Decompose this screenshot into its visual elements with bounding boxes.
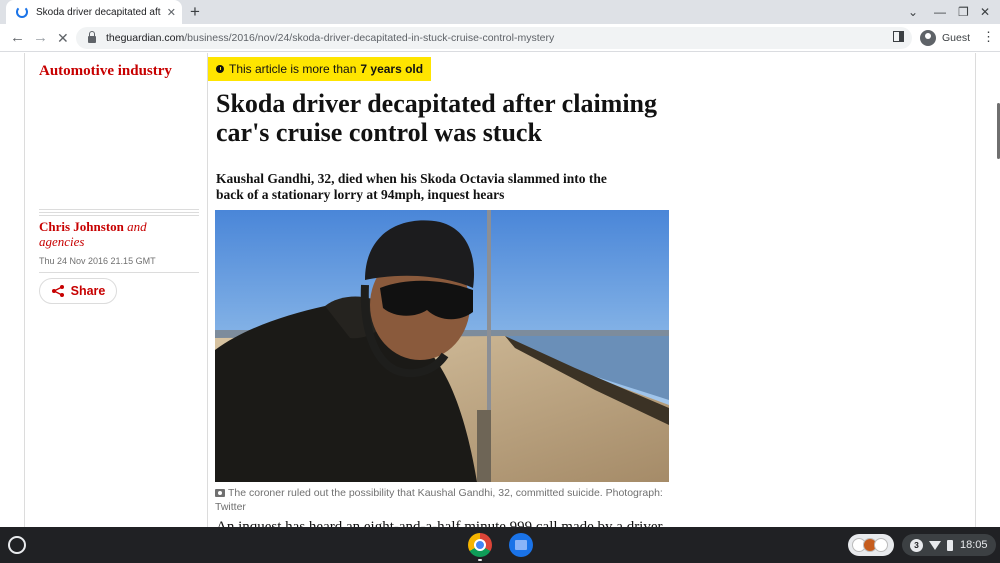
author-link[interactable]: Chris Johnston	[39, 219, 124, 234]
tab-strip: Skoda driver decapitated after claiming …	[0, 0, 1000, 24]
status-area[interactable]: 3 18:05	[902, 534, 996, 556]
publish-date: Thu 24 Nov 2016 21.15 GMT	[39, 256, 156, 266]
tab-active[interactable]: Skoda driver decapitated after claiming …	[6, 0, 182, 24]
stop-loading-icon[interactable]: ✕	[57, 28, 69, 48]
article-photo	[215, 210, 669, 482]
holding-thumbnail	[874, 538, 888, 552]
lock-icon[interactable]	[88, 31, 96, 43]
age-value: 7 years old	[360, 62, 424, 76]
wifi-icon	[929, 540, 941, 550]
address-bar[interactable]: theguardian.com/business/2016/nov/24/sko…	[76, 27, 912, 49]
tote-holding-space[interactable]	[848, 534, 894, 556]
article-headline: Skoda driver decapitated after claiming …	[216, 89, 658, 147]
guest-avatar-icon	[920, 30, 936, 46]
share-icon	[51, 285, 64, 297]
divider	[39, 209, 199, 210]
restore-icon[interactable]: ❐	[958, 3, 969, 21]
divider	[39, 272, 199, 273]
url-text[interactable]: theguardian.com/business/2016/nov/24/sko…	[106, 32, 554, 44]
byline: Chris Johnston and agencies	[39, 219, 204, 249]
clock-icon	[216, 65, 224, 73]
back-icon[interactable]: ←	[10, 28, 25, 48]
running-indicator	[478, 559, 482, 561]
tab-title: Skoda driver decapitated after claiming …	[36, 6, 161, 18]
forward-icon[interactable]: →	[33, 28, 48, 48]
section-link[interactable]: Automotive industry	[39, 63, 172, 80]
url-domain: theguardian.com	[106, 32, 185, 44]
age-prefix: This article is more than	[229, 62, 357, 76]
share-label: Share	[70, 284, 106, 298]
profile-button[interactable]: Guest	[912, 27, 978, 49]
close-tab-icon[interactable]: ✕	[167, 6, 176, 19]
column-divider	[207, 53, 208, 527]
os-shelf: 3 18:05	[0, 527, 1000, 563]
column-divider	[975, 53, 976, 527]
close-window-icon[interactable]: ✕	[980, 3, 990, 21]
share-button[interactable]: Share	[39, 278, 117, 304]
files-icon[interactable]	[509, 533, 533, 557]
beach-portrait-image	[215, 210, 669, 482]
chevron-down-icon[interactable]: ⌄	[908, 3, 918, 21]
article-page: Automotive industry This article is more…	[0, 53, 1000, 527]
photo-caption: The coroner ruled out the possibility th…	[215, 486, 665, 514]
profile-label: Guest	[942, 32, 971, 44]
url-path: /business/2016/nov/24/skoda-driver-decap…	[184, 32, 555, 44]
notification-count: 3	[910, 538, 923, 552]
byline-and: and	[127, 219, 147, 234]
divider	[39, 212, 199, 213]
caption-text: The coroner ruled out the possibility th…	[215, 487, 663, 513]
new-tab-button[interactable]: +	[190, 2, 200, 22]
browser-toolbar: ← → ✕ theguardian.com/business/2016/nov/…	[0, 24, 1000, 52]
column-divider	[24, 53, 25, 527]
byline-agencies: agencies	[39, 234, 85, 249]
side-panel-icon[interactable]	[893, 31, 904, 42]
article-standfirst: Kaushal Gandhi, 32, died when his Skoda …	[216, 171, 607, 202]
minimize-icon[interactable]: —	[934, 3, 946, 21]
loading-spinner-icon	[16, 6, 28, 18]
article-body: An inquest has heard an eight-and-a-half…	[216, 519, 663, 527]
chrome-icon[interactable]	[468, 533, 492, 557]
launcher-icon[interactable]	[8, 536, 26, 554]
clock: 18:05	[960, 539, 988, 551]
menu-icon[interactable]: ⋮	[982, 30, 995, 44]
battery-icon	[947, 539, 953, 551]
divider	[39, 215, 199, 216]
article-age-badge: This article is more than 7 years old	[208, 57, 432, 81]
camera-icon	[215, 489, 225, 497]
